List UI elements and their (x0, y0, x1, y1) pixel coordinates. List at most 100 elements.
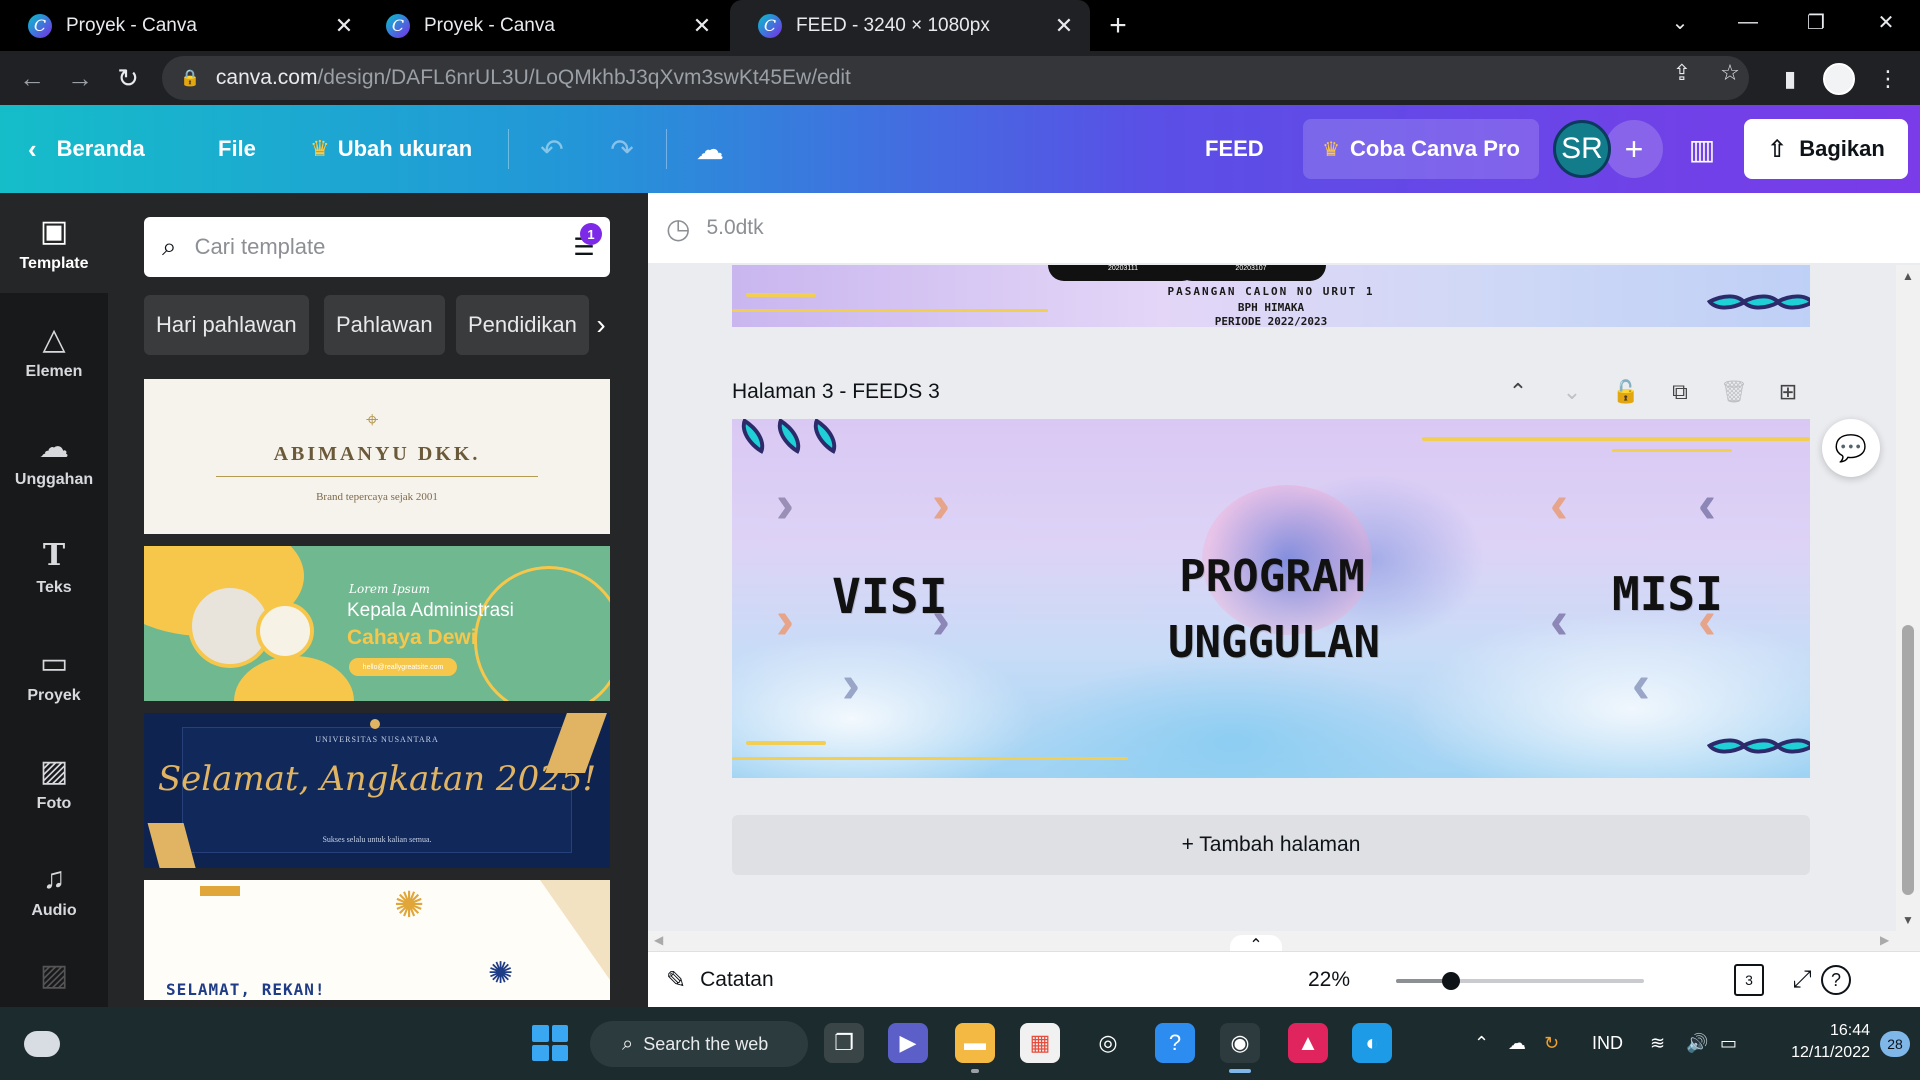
minimize-button[interactable]: — (1720, 0, 1776, 44)
close-icon[interactable]: ✕ (332, 13, 356, 38)
template-card[interactable]: ✺ ✺ SELAMAT, REKAN! (144, 880, 610, 1000)
close-icon[interactable]: ✕ (690, 13, 714, 38)
add-member-button[interactable]: + (1605, 120, 1663, 178)
notification-badge[interactable]: 28 (1880, 1031, 1910, 1057)
design-page-2[interactable]: 20203111 20203107 PASANGAN CALON NO URUT… (732, 265, 1810, 327)
file-menu-button[interactable]: File (218, 105, 256, 193)
app-icon[interactable]: ▲ (1288, 1023, 1328, 1063)
teams-chat-icon[interactable]: ▶ (888, 1023, 928, 1063)
tab-search-icon[interactable]: ⌄ (1652, 0, 1708, 44)
restore-button[interactable]: ❐ (1788, 0, 1844, 44)
back-icon[interactable]: ← (14, 60, 50, 96)
chevron-up-icon[interactable]: ⌃ (1502, 376, 1534, 408)
rail-item-elements[interactable]: △ Elemen (0, 301, 108, 401)
microsoft-store-icon[interactable]: ▦ (1020, 1023, 1060, 1063)
visi-heading[interactable]: VISI (832, 569, 948, 625)
rail-item-text[interactable]: T Teks (0, 517, 108, 617)
scroll-right-arrow-icon[interactable]: ▶ (1880, 933, 1889, 947)
window-close-button[interactable]: ✕ (1858, 0, 1914, 44)
scroll-left-arrow-icon[interactable]: ◀ (654, 933, 663, 947)
browser-tab-active[interactable]: C FEED - 3240 × 1080px ✕ (730, 0, 1090, 51)
user-avatar[interactable]: SR (1553, 120, 1611, 178)
rail-item-photos[interactable]: ▨ Foto (0, 733, 108, 833)
reload-icon[interactable]: ↻ (110, 60, 146, 96)
filter-icon[interactable]: ☰ 1 (568, 223, 602, 263)
zoom-slider-track[interactable] (1396, 979, 1644, 983)
rail-item-projects[interactable]: ▭ Proyek (0, 625, 108, 725)
file-explorer-icon[interactable]: ▬ (955, 1023, 995, 1063)
address-bar[interactable]: 🔒 canva.com/design/DAFL6nrUL3U/LoQMkhbJ3… (162, 56, 1749, 100)
onedrive-cloud-icon[interactable]: ☁ (1508, 1007, 1526, 1080)
show-hidden-icons-icon[interactable]: ⌃ (1474, 1007, 1489, 1080)
template-card[interactable]: ⌖ ABIMANYU DKK. Brand tepercaya sejak 20… (144, 379, 610, 534)
add-page-button[interactable]: + Tambah halaman (732, 815, 1810, 875)
side-panel-icon[interactable]: ▮ (1774, 63, 1806, 95)
design-page-3[interactable]: ››› ››› ››› ››› ››› ‹‹‹ ‹‹‹ ‹‹‹ ‹‹‹ ‹‹‹ … (732, 419, 1810, 778)
taskbar-search[interactable]: ⌕ Search the web (590, 1021, 808, 1067)
zoom-level[interactable]: 22% (1308, 968, 1350, 992)
delete-page-icon[interactable]: 🗑 (1718, 376, 1750, 408)
bookmark-star-icon[interactable]: ☆ (1714, 59, 1746, 87)
template-search-box[interactable]: ⌕ ☰ 1 (144, 217, 610, 277)
browser-profile-avatar[interactable] (1823, 63, 1855, 95)
help-button[interactable]: ? (1821, 965, 1851, 995)
cloud-saved-icon[interactable]: ☁ (690, 129, 730, 169)
chip-pahlawan[interactable]: Pahlawan (324, 295, 445, 355)
task-view-icon[interactable]: ❐ (824, 1023, 864, 1063)
scroll-up-arrow-icon[interactable]: ▲ (1900, 269, 1916, 283)
resize-button[interactable]: ♛ Ubah ukuran (310, 105, 472, 193)
unggulan-heading[interactable]: UNGGULAN (1124, 617, 1424, 668)
browser-tab[interactable]: C Proyek - Canva ✕ (358, 0, 728, 51)
page-count-button[interactable]: 3 (1734, 964, 1764, 996)
chip-hari-pahlawan[interactable]: Hari pahlawan (144, 295, 309, 355)
home-button[interactable]: ‹ Beranda (28, 105, 145, 193)
program-heading[interactable]: PROGRAM (1152, 551, 1392, 602)
share-page-icon[interactable]: ⇪ (1666, 59, 1698, 87)
vertical-scrollbar[interactable]: ▲ ▼ (1896, 265, 1920, 931)
history-clock-icon[interactable]: ◷ (666, 212, 690, 245)
duplicate-page-icon[interactable]: ⧉ (1664, 376, 1696, 408)
close-icon[interactable]: ✕ (1052, 13, 1076, 38)
rail-item-uploads[interactable]: ☁ Unggahan (0, 409, 108, 509)
app-icon[interactable]: ◎ (1088, 1023, 1128, 1063)
language-indicator[interactable]: IND (1592, 1007, 1623, 1080)
fullscreen-icon[interactable]: ⤢ (1786, 964, 1818, 996)
add-page-icon[interactable]: ⊞ (1772, 376, 1804, 408)
horizontal-scrollbar[interactable]: ◀ ▶ (648, 931, 1920, 951)
share-button[interactable]: ⇧ Bagikan (1744, 119, 1908, 179)
chevron-right-icon[interactable]: › (586, 295, 616, 355)
lock-page-icon[interactable]: 🔓 (1610, 376, 1642, 408)
rail-item-audio[interactable]: ♫ Audio (0, 841, 108, 941)
wifi-icon[interactable]: ≋ (1650, 1007, 1665, 1080)
volume-icon[interactable]: 🔊 (1686, 1007, 1708, 1080)
chrome-icon[interactable]: ◉ (1220, 1023, 1260, 1063)
sync-icon[interactable]: ↻ (1544, 1007, 1559, 1080)
menu-kebab-icon[interactable]: ⋮ (1872, 63, 1904, 95)
try-canva-pro-button[interactable]: ♛ Coba Canva Pro (1303, 119, 1539, 179)
add-comment-icon[interactable]: 💬 (1822, 419, 1880, 477)
zoom-slider-knob[interactable] (1441, 972, 1460, 990)
weather-widget-icon[interactable] (24, 1031, 60, 1057)
browser-tab[interactable]: C Proyek - Canva ✕ (0, 0, 370, 51)
undo-icon[interactable]: ↶ (532, 129, 572, 169)
battery-icon[interactable]: ▭ (1720, 1007, 1737, 1080)
notes-button[interactable]: ✎ Catatan (666, 952, 774, 1008)
insights-chart-icon[interactable]: ▥ (1682, 129, 1722, 169)
redo-icon[interactable]: ↷ (602, 129, 642, 169)
search-input[interactable] (194, 234, 525, 260)
template-card[interactable]: UNIVERSITAS NUSANTARA Selamat, Angkatan … (144, 713, 610, 868)
start-button[interactable] (532, 1025, 568, 1061)
misi-heading[interactable]: MISI (1612, 567, 1723, 621)
scroll-down-arrow-icon[interactable]: ▼ (1900, 913, 1916, 927)
rail-item-template[interactable]: ▣ Template (0, 193, 108, 293)
system-clock[interactable]: 16:44 12/11/2022 (1770, 1020, 1870, 1064)
new-tab-button[interactable]: + (1100, 8, 1136, 44)
help-app-icon[interactable]: ? (1155, 1023, 1195, 1063)
chevron-down-icon[interactable]: ⌄ (1556, 376, 1588, 408)
template-card[interactable]: Lorem Ipsum Kepala Administrasi Cahaya D… (144, 546, 610, 701)
scrollbar-thumb[interactable] (1902, 625, 1914, 895)
chip-pendidikan[interactable]: Pendidikan (456, 295, 589, 355)
edge-icon[interactable]: ◐ (1352, 1023, 1392, 1063)
rail-item-more[interactable]: ▨ (0, 949, 108, 1007)
design-title[interactable]: FEED (1205, 105, 1264, 193)
